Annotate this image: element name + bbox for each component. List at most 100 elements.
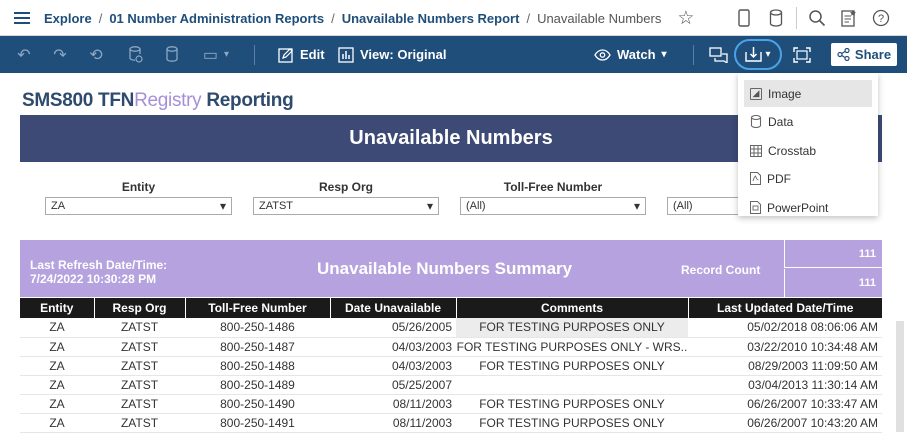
full-screen-icon[interactable] bbox=[790, 36, 814, 73]
watch-button[interactable]: Watch ▾ bbox=[594, 36, 667, 73]
toll-free-number-select[interactable]: (All) bbox=[460, 197, 646, 215]
column-header-resp-org[interactable]: Resp Org bbox=[94, 298, 186, 318]
column-header-toll-free-number[interactable]: Toll-Free Number bbox=[185, 298, 331, 318]
database-icon bbox=[750, 115, 762, 128]
brand-title: SMS800 TFNRegistry Reporting bbox=[22, 90, 294, 112]
breadcrumb-workbook[interactable]: Unavailable Numbers Report bbox=[342, 11, 520, 26]
comments-icon[interactable] bbox=[706, 36, 730, 73]
resp-org-cell: ZATST bbox=[94, 318, 185, 338]
edit-button[interactable]: Edit bbox=[278, 36, 325, 73]
menu-item-label: Crosstab bbox=[768, 143, 817, 158]
pause-automatic-updates-icon[interactable]: ▭ ▾ bbox=[197, 36, 235, 73]
top-icon-group: ? bbox=[728, 0, 897, 36]
record-count-value: 111 bbox=[784, 269, 882, 297]
view-label: View: Original bbox=[360, 47, 447, 62]
revert-icon[interactable]: ⟲ bbox=[86, 36, 106, 73]
pause-updates-icon[interactable] bbox=[163, 36, 183, 73]
table-row[interactable]: ZA ZATST 800-250-1489 05/25/2007 03/04/2… bbox=[20, 375, 882, 395]
toll-free-number-cell: 800-250-1491 bbox=[185, 413, 330, 433]
resp-org-select[interactable]: ZATST bbox=[253, 197, 439, 215]
toll-free-number-cell: 800-250-1489 bbox=[185, 375, 330, 395]
date-unavailable-cell: 05/25/2007 bbox=[330, 375, 456, 395]
edit-icon bbox=[278, 47, 293, 63]
breadcrumb-current: Unavailable Numbers bbox=[537, 10, 662, 26]
resp-org-cell: ZATST bbox=[94, 394, 185, 414]
menu-item-label: Data bbox=[768, 114, 794, 129]
filter-label: Entity bbox=[121, 180, 156, 194]
search-icon[interactable] bbox=[801, 0, 833, 36]
table-row[interactable]: ZA ZATST 800-250-1488 04/03/2003 FOR TES… bbox=[20, 356, 882, 376]
last-updated-cell: 05/02/2018 08:06:06 AM bbox=[688, 318, 882, 338]
toll-free-number-cell: 800-250-1488 bbox=[185, 356, 330, 376]
breadcrumb-explore[interactable]: Explore bbox=[44, 11, 92, 26]
column-header-date-unavailable[interactable]: Date Unavailable bbox=[330, 298, 457, 318]
record-count-value: 111 bbox=[784, 240, 882, 268]
share-label: Share bbox=[854, 47, 892, 62]
undo-icon[interactable]: ↶ bbox=[14, 36, 34, 73]
last-updated-cell: 03/04/2013 11:30:14 AM bbox=[688, 375, 882, 395]
pdf-icon bbox=[750, 172, 761, 185]
filter-label: Toll-Free Number bbox=[503, 180, 603, 194]
breadcrumb-separator: / bbox=[331, 10, 335, 26]
unavailable-numbers-table: Entity Resp Org Toll-Free Number Date Un… bbox=[20, 298, 882, 433]
menu-item-label: PowerPoint bbox=[767, 200, 829, 215]
menu-item-label: PDF bbox=[767, 171, 791, 186]
refresh-data-icon[interactable] bbox=[126, 36, 146, 73]
entity-select[interactable]: ZA bbox=[45, 197, 232, 215]
last-updated-cell: 08/29/2003 11:09:50 AM bbox=[688, 356, 882, 376]
image-icon: ◢ bbox=[750, 87, 762, 100]
last-updated-cell: 03/22/2010 10:34:48 AM bbox=[688, 337, 882, 357]
notes-icon[interactable] bbox=[833, 0, 865, 36]
workbook-toolbar: ↶ ↷ ⟲ ▭ ▾ Edit View: Original Watch ▾ ▾ … bbox=[0, 36, 907, 73]
download-button[interactable]: ▾ bbox=[734, 39, 782, 70]
date-unavailable-cell: 04/03/2003 bbox=[330, 337, 456, 357]
report-title: Unavailable Numbers bbox=[349, 127, 553, 149]
chevron-down-icon: ▾ bbox=[765, 49, 771, 60]
column-header-comments[interactable]: Comments bbox=[456, 298, 689, 318]
favorite-star-icon[interactable]: ☆ bbox=[677, 7, 694, 30]
device-preview-icon[interactable] bbox=[728, 0, 760, 36]
chevron-down-icon: ▾ bbox=[661, 49, 667, 60]
comments-cell: FOR TESTING PURPOSES ONLY bbox=[456, 394, 688, 414]
divider bbox=[796, 7, 797, 29]
table-row[interactable]: ZA ZATST 800-250-1491 08/11/2003 FOR TES… bbox=[20, 413, 882, 433]
menu-item-label: Image bbox=[768, 86, 802, 101]
breadcrumb: Explore / 01 Number Administration Repor… bbox=[14, 0, 694, 36]
brand-registry: Registry bbox=[134, 90, 202, 111]
last-refresh-label: Last Refresh Date/Time: bbox=[30, 258, 168, 272]
table-row[interactable]: ZA ZATST 800-250-1486 05/26/2005 FOR TES… bbox=[20, 318, 882, 338]
last-refresh-value: 7/24/2022 10:30:28 PM bbox=[30, 272, 157, 286]
column-header-last-updated[interactable]: Last Updated Date/Time bbox=[688, 298, 882, 318]
column-header-entity[interactable]: Entity bbox=[20, 298, 95, 318]
entity-cell: ZA bbox=[20, 394, 94, 414]
entity-cell: ZA bbox=[20, 356, 94, 376]
menu-icon[interactable] bbox=[14, 12, 30, 24]
comments-cell: FOR TESTING PURPOSES ONLY bbox=[456, 413, 688, 433]
download-menu-item-powerpoint[interactable]: PowerPoint bbox=[744, 194, 872, 221]
table-row[interactable]: ZA ZATST 800-250-1490 08/11/2003 FOR TES… bbox=[20, 394, 882, 414]
download-menu-item-pdf[interactable]: PDF bbox=[744, 165, 872, 192]
redo-icon[interactable]: ↷ bbox=[50, 36, 70, 73]
breadcrumb-separator: / bbox=[98, 10, 103, 26]
breadcrumb-separator: / bbox=[526, 10, 531, 26]
vertical-scrollbar[interactable] bbox=[896, 321, 904, 432]
powerpoint-icon bbox=[750, 201, 761, 214]
share-button[interactable]: Share bbox=[831, 43, 897, 66]
comments-cell: FOR TESTING PURPOSES ONLY bbox=[456, 318, 688, 338]
comments-cell: FOR TESTING PURPOSES ONLY - WRS.. bbox=[456, 337, 688, 357]
comments-cell: FOR TESTING PURPOSES ONLY bbox=[456, 356, 688, 376]
summary-title: Unavailable Numbers Summary bbox=[317, 259, 573, 278]
table-row[interactable]: ZA ZATST 800-250-1487 04/03/2003 FOR TES… bbox=[20, 337, 882, 357]
data-source-icon[interactable] bbox=[760, 0, 792, 36]
date-unavailable-cell: 05/26/2005 bbox=[330, 318, 456, 338]
resp-org-cell: ZATST bbox=[94, 356, 185, 376]
divider bbox=[254, 45, 255, 65]
help-icon[interactable]: ? bbox=[865, 0, 897, 36]
breadcrumb-project[interactable]: 01 Number Administration Reports bbox=[109, 11, 324, 26]
download-menu-item-image[interactable]: ◢ Image bbox=[744, 80, 872, 107]
eye-icon bbox=[594, 48, 611, 61]
brand-prefix: SMS800 TFN bbox=[22, 90, 135, 111]
download-menu-item-crosstab[interactable]: Crosstab bbox=[744, 137, 872, 164]
view-original-button[interactable]: View: Original bbox=[338, 36, 446, 73]
download-menu-item-data[interactable]: Data bbox=[744, 108, 872, 135]
